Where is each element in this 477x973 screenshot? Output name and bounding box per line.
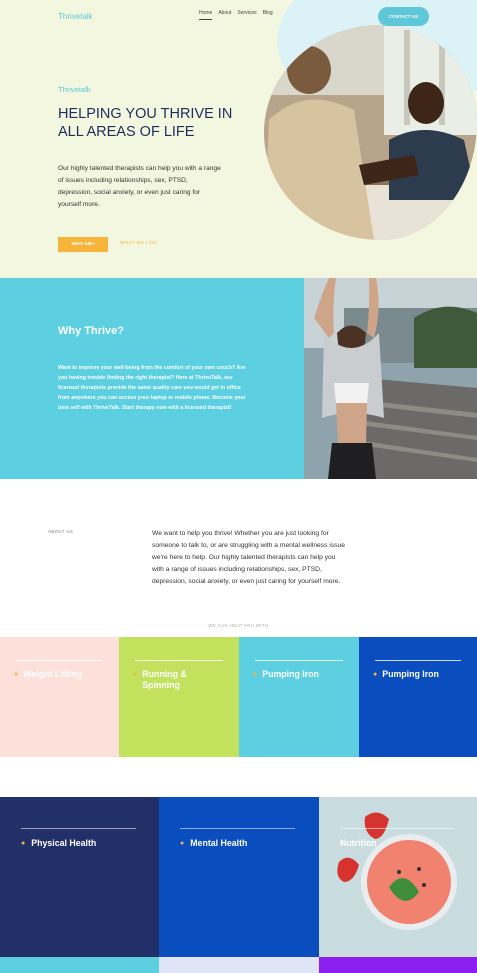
hero-therapy-photo [264,25,477,240]
help-you-with-label: WE CAN HELP YOU WITH [208,623,269,628]
hero-title: HELPING YOU THRIVE IN ALL AREAS OF LIFE [58,106,233,140]
tile-divider [16,660,103,661]
nav-services[interactable]: Services [237,10,256,20]
nav-home[interactable]: Home [199,10,213,20]
bullet-dot-icon: ● [180,839,185,847]
service-label: Pumping Iron [382,669,439,679]
who-am-i-button[interactable]: WHO AM I [58,237,108,252]
why-thrive-body: Want to improve your well-being from the… [58,365,246,411]
service-tile-weight-lifting[interactable]: ● Weight Lifting [0,637,119,757]
bullet-dot-icon: ● [133,671,138,678]
service-tile-pumping-iron[interactable]: ● Pumping Iron [239,637,359,757]
bottom-tile-strip-3 [319,957,477,973]
yoga-woman-photo [304,278,477,479]
nav-about[interactable]: About [218,10,231,20]
service-label: Pumping Iron [262,669,319,679]
service-label: Physical Health [31,838,97,848]
tile-divider [340,828,455,829]
service-tile-nutrition[interactable]: Nutrition [319,797,477,957]
site-logo[interactable]: Thrivetalk [58,12,93,21]
why-thrive-title: Why Thrive? [58,325,125,337]
bullet-dot-icon: ● [21,839,26,847]
service-tile-pumping-iron-2[interactable]: ● Pumping Iron [359,637,477,757]
service-label: Running & Spinning [142,669,187,690]
bullet-dot-icon: ● [14,671,19,678]
tile-divider [375,660,461,661]
about-us-label: ABOUT US [48,529,74,534]
service-label: Weight Lifting [23,669,82,679]
hero-description: Our highly talented therapists can help … [58,165,221,208]
smoothie-photo [319,797,477,957]
tile-divider [21,828,136,829]
nav-blog[interactable]: Blog [263,10,273,20]
tile-divider [180,828,295,829]
bullet-dot-icon: ● [253,671,258,678]
about-us-body: We want to help you thrive! Whether you … [152,530,345,585]
service-tile-mental-health[interactable]: ● Mental Health [159,797,319,957]
hero-kicker: Thrivetalk [58,85,91,94]
tile-divider [135,660,223,661]
hero-section: Thrivetalk Home About Services Blog CONT… [0,0,477,278]
why-thrive-section: Why Thrive? Want to improve your well-be… [0,278,304,479]
what-do-i-do-link[interactable]: WHAT DO I DO [120,241,157,246]
service-tile-running-spinning[interactable]: ● Running & Spinning [119,637,239,757]
bottom-tile-strip-2 [159,957,319,973]
service-tile-physical-health[interactable]: ● Physical Health [0,797,159,957]
tile-divider [255,660,343,661]
bottom-tile-strip-1 [0,957,159,973]
main-nav: Home About Services Blog [199,10,273,20]
contact-us-button[interactable]: CONTACT US [378,7,429,26]
service-label: Nutrition [340,838,377,848]
bullet-dot-icon: ● [373,671,378,678]
service-label: Mental Health [190,838,248,848]
